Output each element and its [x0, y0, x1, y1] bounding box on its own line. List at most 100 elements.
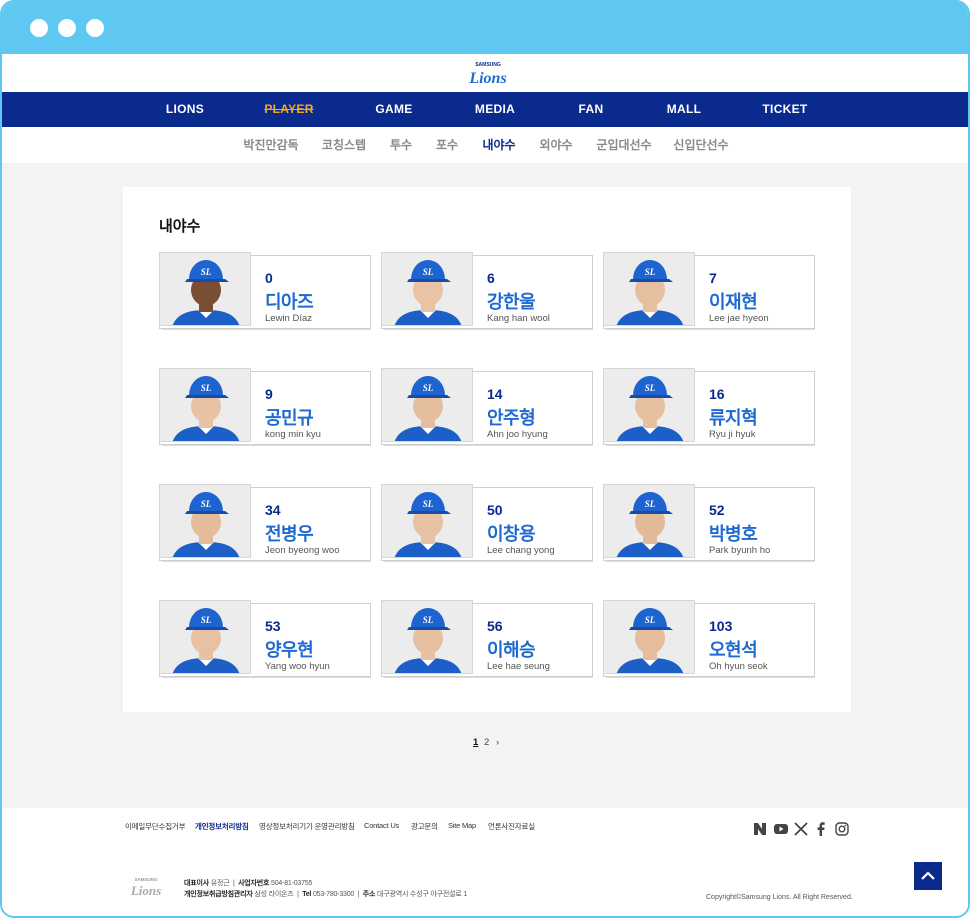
- player-name-english: Yang woo hyun: [265, 661, 330, 672]
- player-photo: SL: [381, 600, 473, 674]
- player-avatar: SL: [172, 376, 240, 441]
- player-card[interactable]: SL 0 디아즈 Lewin Díaz: [159, 252, 371, 330]
- player-name-english: Lewin Díaz: [265, 313, 312, 324]
- player-name-english: kong min kyu: [265, 429, 321, 440]
- player-avatar: SL: [616, 260, 684, 325]
- nav-item-mall[interactable]: MALL: [667, 92, 702, 127]
- footer-link-privacy[interactable]: 개인정보처리방침: [195, 821, 249, 832]
- privacy-manager-label: 개인정보취급방침관리자: [184, 891, 253, 898]
- player-number: 6: [487, 270, 495, 286]
- pagination: 1 2 ›: [2, 737, 968, 751]
- footer-logo-small-text: SAMSUNG: [134, 877, 158, 882]
- player-avatar: SL: [394, 492, 462, 557]
- player-photo: SL: [381, 484, 473, 558]
- nav-item-ticket[interactable]: TICKET: [762, 92, 807, 127]
- footer-link-cctv[interactable]: 영상정보처리기기 운영관리방침: [259, 821, 355, 832]
- page-link-1[interactable]: 1: [473, 737, 478, 748]
- player-card[interactable]: SL 53 양우현 Yang woo hyun: [159, 600, 371, 678]
- player-avatar: SL: [394, 260, 462, 325]
- player-photo: SL: [603, 600, 695, 674]
- nav-item-fan[interactable]: FAN: [579, 92, 604, 127]
- player-name-english: Jeon byeong woo: [265, 545, 340, 556]
- player-number: 53: [265, 618, 281, 634]
- footer: 이메일무단수집거부 개인정보처리방침 영상정보처리기기 운영관리방침 Conta…: [2, 808, 968, 916]
- player-photo: SL: [159, 600, 251, 674]
- subnav-item-pitcher[interactable]: 투수: [390, 127, 412, 163]
- x-icon[interactable]: [793, 821, 809, 837]
- next-page-icon[interactable]: ›: [496, 737, 499, 748]
- header-logo-row: SAMSUNG Lions: [2, 54, 968, 92]
- footer-logo-main-text: Lions: [130, 883, 161, 898]
- player-card[interactable]: SL 6 강한울 Kang han wool: [381, 252, 593, 330]
- company-info-line-2: 개인정보취급방침관리자 삼성 라이온즈 | Tel 053-780-3300 |…: [184, 889, 467, 899]
- player-card[interactable]: SL 14 안주형 Ahn joo hyung: [381, 368, 593, 446]
- nav-item-player[interactable]: PLAYER: [264, 92, 313, 127]
- subnav-item-catcher[interactable]: 포수: [436, 127, 458, 163]
- cap-logo-text: SL: [645, 499, 656, 509]
- footer-link-ads[interactable]: 광고문의: [411, 821, 438, 832]
- window-dot-1[interactable]: [30, 19, 48, 37]
- cap-logo-text: SL: [201, 499, 212, 509]
- player-name-korean: 오현석: [709, 640, 758, 660]
- info-separator: |: [355, 891, 361, 898]
- subnav-item-rookie[interactable]: 신입단선수: [673, 127, 728, 163]
- player-card[interactable]: SL 16 류지혁 Ryu ji hyuk: [603, 368, 815, 446]
- player-number: 16: [709, 386, 725, 402]
- player-name-english: Ahn joo hyung: [487, 429, 548, 440]
- nav-item-game[interactable]: GAME: [375, 92, 412, 127]
- sub-nav: 박진만감독 코칭스텝 투수 포수 내야수 외야수 군입대선수 신입단선수: [2, 127, 968, 163]
- window-dot-2[interactable]: [58, 19, 76, 37]
- subnav-item-outfielder[interactable]: 외야수: [539, 127, 572, 163]
- address-value: 대구광역시 수성구 야구전설로 1: [376, 891, 468, 898]
- player-number: 34: [265, 502, 281, 518]
- cap-logo-text: SL: [423, 499, 434, 509]
- player-photo: SL: [381, 368, 473, 442]
- biz-value: 504-81-03755: [271, 880, 313, 887]
- copyright: Copyright©Samsung Lions. All Right Reser…: [706, 894, 853, 901]
- footer-link-sitemap[interactable]: Site Map: [448, 821, 476, 830]
- subnav-item-coaching[interactable]: 코칭스텝: [322, 127, 366, 163]
- player-name-korean: 디아즈: [265, 292, 314, 312]
- player-card[interactable]: SL 9 공민규 kong min kyu: [159, 368, 371, 446]
- player-card[interactable]: SL 56 이해승 Lee hae seung: [381, 600, 593, 678]
- logo-small-text: SAMSUNG: [475, 62, 501, 68]
- subnav-item-manager[interactable]: 박진만감독: [243, 127, 298, 163]
- section-title: 내야수: [159, 218, 201, 235]
- player-card[interactable]: SL 52 박병호 Park byunh ho: [603, 484, 815, 562]
- player-photo: SL: [603, 252, 695, 326]
- player-avatar: SL: [616, 608, 684, 673]
- instagram-icon[interactable]: [834, 821, 850, 837]
- page-link-2[interactable]: 2: [484, 737, 489, 748]
- cap-logo-text: SL: [201, 615, 212, 625]
- player-photo: SL: [603, 484, 695, 558]
- player-avatar: SL: [394, 608, 462, 673]
- naver-icon[interactable]: [752, 821, 768, 837]
- facebook-icon[interactable]: [813, 821, 829, 837]
- player-card[interactable]: SL 34 전병우 Jeon byeong woo: [159, 484, 371, 562]
- player-name-korean: 공민규: [265, 408, 314, 428]
- player-name-korean: 이해승: [487, 640, 536, 660]
- window-dot-3[interactable]: [86, 19, 104, 37]
- cap-logo-text: SL: [423, 383, 434, 393]
- subnav-item-military[interactable]: 군입대선수: [596, 127, 651, 163]
- biz-label: 사업자번호: [238, 880, 270, 887]
- player-card[interactable]: SL 7 이재현 Lee jae hyeon: [603, 252, 815, 330]
- footer-link-email[interactable]: 이메일무단수집거부: [125, 821, 186, 832]
- player-number: 52: [709, 502, 725, 518]
- nav-item-media[interactable]: MEDIA: [475, 92, 515, 127]
- player-avatar: SL: [616, 376, 684, 441]
- player-card[interactable]: SL 103 오현석 Oh hyun seok: [603, 600, 815, 678]
- scroll-top-button[interactable]: [914, 862, 942, 890]
- player-card[interactable]: SL 50 이창용 Lee chang yong: [381, 484, 593, 562]
- subnav-item-infielder[interactable]: 내야수: [482, 127, 515, 163]
- footer-link-contact[interactable]: Contact Us: [364, 821, 399, 830]
- nav-item-lions[interactable]: LIONS: [166, 92, 204, 127]
- player-name-korean: 이창용: [487, 524, 536, 544]
- youtube-icon[interactable]: [773, 821, 789, 837]
- samsung-lions-logo[interactable]: SAMSUNG Lions: [462, 58, 514, 88]
- footer-link-press[interactable]: 언론사진자료실: [488, 821, 535, 832]
- info-separator: |: [295, 891, 301, 898]
- company-info-line-1: 대표이사 유정근 | 사업자번호 504-81-03755: [184, 878, 312, 888]
- cap-logo-text: SL: [423, 267, 434, 277]
- cap-logo-text: SL: [201, 267, 212, 277]
